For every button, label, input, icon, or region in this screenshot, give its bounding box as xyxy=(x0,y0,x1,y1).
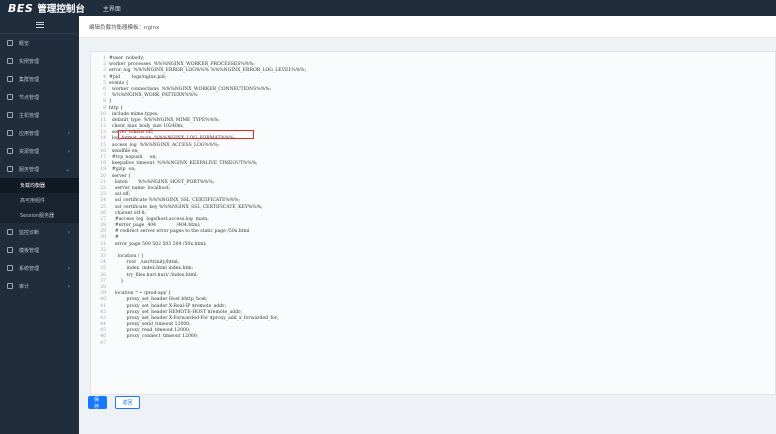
line-text: # redirect server error pages to the sta… xyxy=(109,229,250,235)
menu-item-icon xyxy=(7,58,13,64)
sidebar-item-label: 应用管理 xyxy=(19,130,40,137)
menu-item-icon xyxy=(7,40,13,46)
sidebar-item-label: 系统管理 xyxy=(19,265,40,272)
menu-item-icon xyxy=(7,76,13,82)
sidebar-item[interactable]: 概览 xyxy=(0,34,79,52)
menu-item-icon xyxy=(7,166,13,172)
code-editor[interactable]: 1 #user nobody; 2 worker_processes %%%NGINX… xyxy=(90,51,776,395)
chevron-right-icon: › xyxy=(67,130,70,137)
sidebar-item-label: 实例管理 xyxy=(19,58,40,65)
chevron-right-icon: › xyxy=(67,283,70,290)
menu-item-icon xyxy=(7,94,13,100)
sidebar-item-label: 主机管理 xyxy=(19,112,40,119)
sidebar-item[interactable]: 服务管理 ⌄ xyxy=(0,160,79,178)
sidebar-item[interactable]: 资源管理 › xyxy=(0,142,79,160)
sidebar-item[interactable]: 主机管理 xyxy=(0,106,79,124)
main-content: 编辑负载均衡器模板：nginx 1 #user nobody; 2 worker_pr… xyxy=(79,16,776,434)
sidebar-subitem[interactable]: 负载均衡器 xyxy=(0,178,79,193)
sidebar-item-label: 集群管理 xyxy=(19,76,40,83)
line-number: 47 xyxy=(100,340,106,346)
chevron-right-icon: › xyxy=(67,265,70,272)
sidebar-subitem[interactable]: Session服务器 xyxy=(0,208,79,223)
chevron-right-icon: › xyxy=(67,229,70,236)
sidebar-item-label: 模板管理 xyxy=(19,247,40,254)
sidebar: 概览实例管理集群管理节点管理主机管理应用管理 › 资源管理 › 服务管理 ⌄ 负载均衡器高… xyxy=(0,16,79,434)
sidebar-item[interactable]: 应用管理 › xyxy=(0,124,79,142)
line-text: } xyxy=(109,278,124,284)
sidebar-item[interactable]: 模板管理 xyxy=(0,241,79,259)
menu-icon xyxy=(35,21,44,28)
logo-mark: BES xyxy=(8,1,34,15)
back-button[interactable]: 返回 xyxy=(115,396,140,409)
menu-item-icon xyxy=(7,130,13,136)
sidebar-toggle[interactable] xyxy=(0,16,79,34)
sidebar-item-label: 审计 xyxy=(19,283,30,290)
action-buttons: 保存 返回 xyxy=(88,396,140,410)
sidebar-item-label: 节点管理 xyxy=(19,94,40,101)
app-title: 管理控制台 xyxy=(37,4,85,15)
sidebar-item[interactable]: 审计 › xyxy=(0,277,79,295)
sidebar-subitem[interactable]: 高可用组件 xyxy=(0,193,79,208)
menu-item-icon xyxy=(7,265,13,271)
sidebar-item[interactable]: 实例管理 xyxy=(0,52,79,70)
line-text: proxy_connect_timeout 12000; xyxy=(109,334,199,340)
sidebar-item[interactable]: 系统管理 › xyxy=(0,259,79,277)
code-lines: 1 #user nobody; 2 worker_processes %%%NGINX… xyxy=(91,56,775,347)
sidebar-item[interactable]: 监控诊断 › xyxy=(0,223,79,241)
menu-item-icon xyxy=(7,247,13,253)
menu-item-icon xyxy=(7,148,13,154)
page-title: 编辑负载均衡器模板：nginx xyxy=(79,16,776,38)
line-text: error_page 500 502 503 504 /50x.html; xyxy=(109,241,207,247)
menu-item-icon xyxy=(7,112,13,118)
save-button[interactable]: 保存 xyxy=(88,396,107,410)
menu-item-icon xyxy=(7,229,13,235)
sidebar-item-label: 资源管理 xyxy=(19,148,40,155)
logo[interactable]: BES 管理控制台 xyxy=(0,0,85,16)
menu-item-icon xyxy=(7,283,13,289)
sidebar-item-label: 监控诊断 xyxy=(19,229,40,236)
chevron-right-icon: › xyxy=(67,148,70,155)
sidebar-item-label: 服务管理 xyxy=(19,166,40,173)
sidebar-item-label: 概览 xyxy=(19,40,30,47)
code-line: 47 xyxy=(91,340,775,347)
line-text: %%%NGINX_WORK_PATTERN%%% xyxy=(109,93,198,99)
chevron-down-icon: ⌄ xyxy=(64,166,70,173)
top-bar: BES 管理控制台 主界面 xyxy=(0,0,776,16)
sidebar-item[interactable]: 节点管理 xyxy=(0,88,79,106)
sidebar-item[interactable]: 集群管理 xyxy=(0,70,79,88)
home-link[interactable]: 主界面 xyxy=(103,4,121,13)
